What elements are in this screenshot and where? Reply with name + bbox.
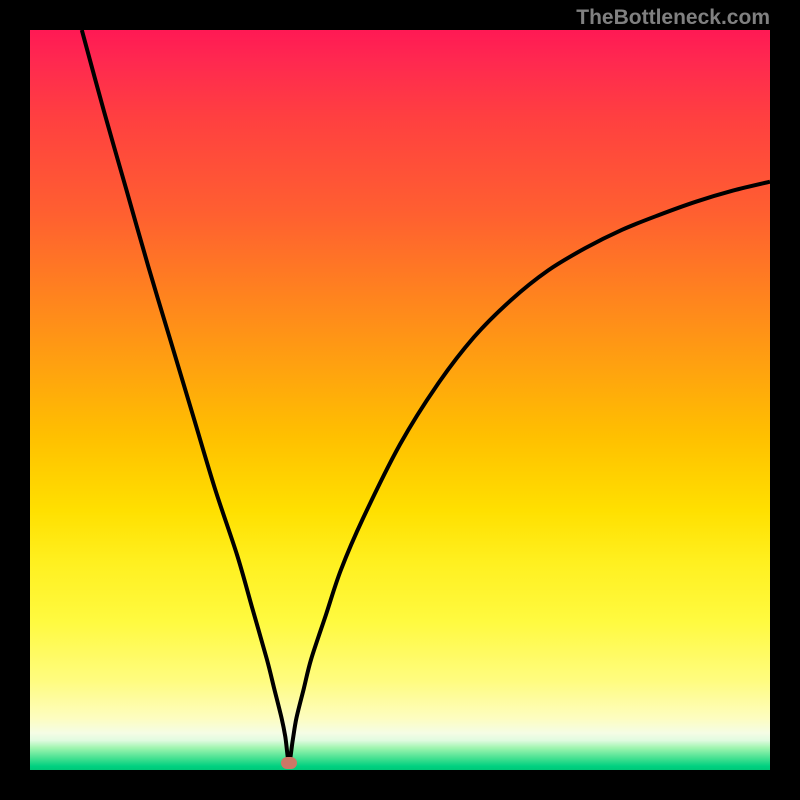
- bottleneck-marker: [281, 757, 297, 769]
- watermark-text: TheBottleneck.com: [576, 6, 770, 30]
- bottleneck-curve: [30, 30, 770, 770]
- chart-plot-area: [30, 30, 770, 770]
